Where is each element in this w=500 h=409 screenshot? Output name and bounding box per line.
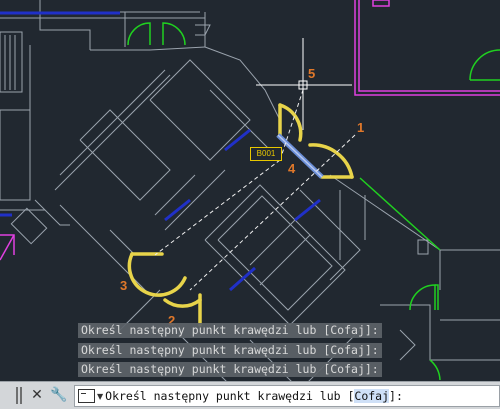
door-top-right bbox=[469, 49, 500, 81]
command-history-line: Określ następny punkt krawędzi lub [Cofa… bbox=[78, 362, 382, 377]
callout-4: 4 bbox=[288, 161, 296, 176]
callout-5: 5 bbox=[308, 66, 316, 81]
option-cofaj[interactable]: Cofaj bbox=[354, 389, 390, 403]
chevron-down-icon[interactable]: ▼ bbox=[97, 392, 103, 401]
command-input[interactable]: ▼ Określ następny punkt krawędzi lub [Co… bbox=[74, 385, 500, 407]
command-prompt: Określ następny punkt krawędzi lub [ bbox=[105, 389, 355, 403]
command-history-line: Określ następny punkt krawędzi lub [Cofa… bbox=[78, 323, 382, 338]
drag-handle[interactable] bbox=[16, 387, 24, 404]
crosshair-cursor bbox=[256, 38, 352, 130]
command-line-bar: ✕ 🔧 ▼ Określ następny punkt krawędzi lub… bbox=[0, 381, 500, 409]
close-icon[interactable]: ✕ bbox=[28, 386, 46, 404]
callout-3: 3 bbox=[120, 278, 128, 293]
magenta-left-marker bbox=[0, 234, 15, 261]
wrench-icon[interactable]: 🔧 bbox=[50, 386, 68, 404]
command-history-line: Określ następny punkt krawędzi lub [Cofa… bbox=[78, 343, 382, 358]
room-tag: B001 bbox=[250, 147, 282, 161]
command-line-icon[interactable] bbox=[78, 389, 95, 403]
callout-1: 1 bbox=[357, 120, 365, 135]
command-prompt-suffix: ]: bbox=[389, 389, 403, 403]
